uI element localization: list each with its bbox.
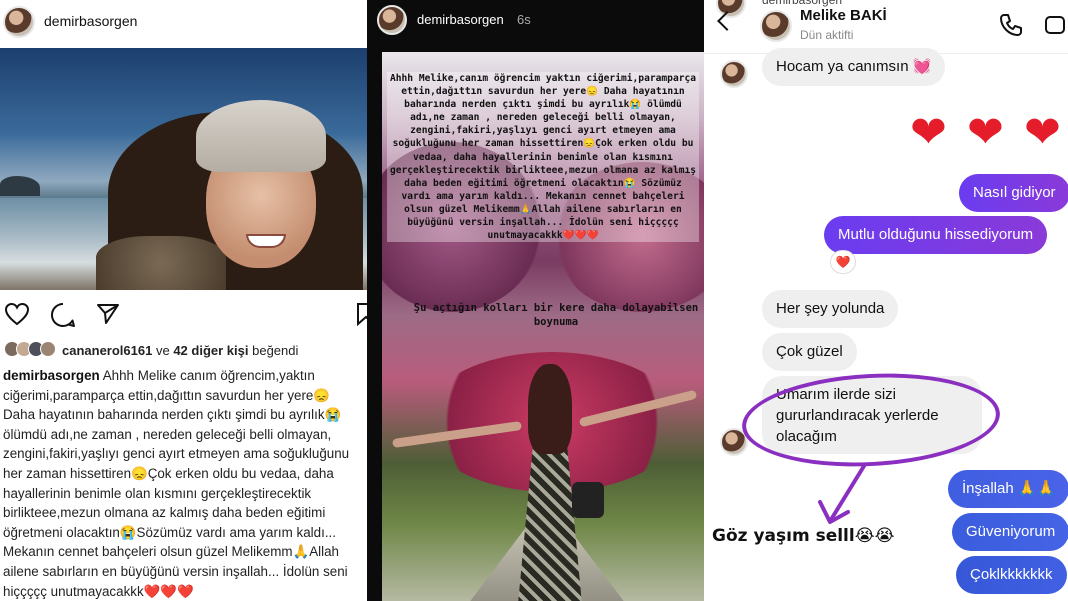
likes-summary: cananerol6161 ve 42 diğer kişi beğendi: [4, 341, 367, 361]
liker-avatar: [40, 341, 56, 357]
heart-emoji[interactable]: ❤: [910, 108, 947, 158]
heart-emoji[interactable]: ❤: [967, 108, 1004, 158]
message-outgoing[interactable]: Mutlu olduğunu hissediyorum: [824, 216, 1048, 254]
caption-username[interactable]: demirbasorgen: [3, 368, 100, 383]
message-outgoing[interactable]: Çoklkkkkkkk: [956, 556, 1067, 594]
post-caption: demirbasorgen Ahhh Melike canım öğrencim…: [3, 366, 365, 601]
likes-text[interactable]: cananerol6161 ve 42 diğer kişi beğendi: [62, 343, 298, 358]
post-username[interactable]: demirbasorgen: [44, 13, 137, 29]
sender-avatar: [720, 60, 748, 88]
story-avatar[interactable]: [377, 5, 407, 35]
caption-text: Ahhh Melike canım öğrencim,yaktın ciğeri…: [3, 368, 350, 599]
story-username[interactable]: demirbasorgen: [417, 12, 504, 27]
annotation-arrow-icon: [818, 464, 866, 524]
photo-fur-collar: [96, 236, 226, 290]
story-time: 6s: [517, 12, 531, 27]
post-avatar[interactable]: [3, 6, 35, 38]
video-call-icon[interactable]: [1044, 13, 1068, 37]
share-icon[interactable]: [96, 303, 120, 325]
heart-icon[interactable]: [4, 302, 30, 326]
message-incoming[interactable]: Çok güzel: [762, 333, 857, 371]
message-outgoing[interactable]: Nasıl gidiyor: [959, 174, 1068, 212]
comment-icon[interactable]: [50, 302, 76, 328]
post-header: demirbasorgen: [0, 0, 367, 48]
likes-connector: ve: [155, 343, 170, 358]
reaction-heart[interactable]: ❤️: [830, 250, 856, 274]
contact-status: Dün aktifti: [800, 28, 854, 42]
message-incoming[interactable]: Her şey yolunda: [762, 290, 899, 328]
story-header: demirbasorgen 6s: [367, 0, 704, 42]
likes-others[interactable]: 42 diğer kişi: [173, 343, 248, 358]
girl-bag: [572, 482, 604, 518]
annotation-text: Göz yaşım selll😭😭: [712, 526, 895, 546]
post-actions: [0, 300, 367, 330]
back-arrow-icon[interactable]: [717, 11, 737, 31]
message-outgoing[interactable]: İnşallah 🙏🙏: [948, 470, 1068, 508]
bookmark-icon[interactable]: [356, 302, 367, 326]
phone-icon[interactable]: [998, 12, 1024, 38]
photo-rock: [0, 176, 40, 196]
message-outgoing[interactable]: Güveniyorum: [952, 513, 1068, 551]
girl-hair: [528, 364, 572, 454]
message-incoming[interactable]: Hocam ya canımsın 💓: [762, 48, 946, 86]
dm-header: Melike BAKİ Dün aktifti: [704, 0, 1068, 54]
dm-panel: demirbasorgen Melike BAKİ Dün aktifti Ho…: [704, 0, 1068, 601]
first-liker[interactable]: cananerol6161: [62, 343, 152, 358]
heart-emoji[interactable]: ❤: [1024, 108, 1061, 158]
contact-avatar[interactable]: [760, 10, 792, 42]
story-text-secondary: Şu açtığın kolları bir kere daha dolayab…: [413, 302, 699, 328]
story-panel: demirbasorgen 6s Ahhh Melike,canım öğren…: [367, 0, 704, 601]
story-text-main: Ahhh Melike,canım öğrencim yaktın ciğeri…: [387, 72, 699, 243]
post-photo[interactable]: [0, 48, 367, 290]
instagram-post-panel: demirbasorgen cananerol6161 ve 42 diğer …: [0, 0, 367, 601]
photo-hat: [196, 100, 326, 172]
likes-verb: beğendi: [252, 343, 299, 358]
girl-dress: [518, 434, 582, 601]
contact-name[interactable]: Melike BAKİ: [800, 7, 887, 24]
